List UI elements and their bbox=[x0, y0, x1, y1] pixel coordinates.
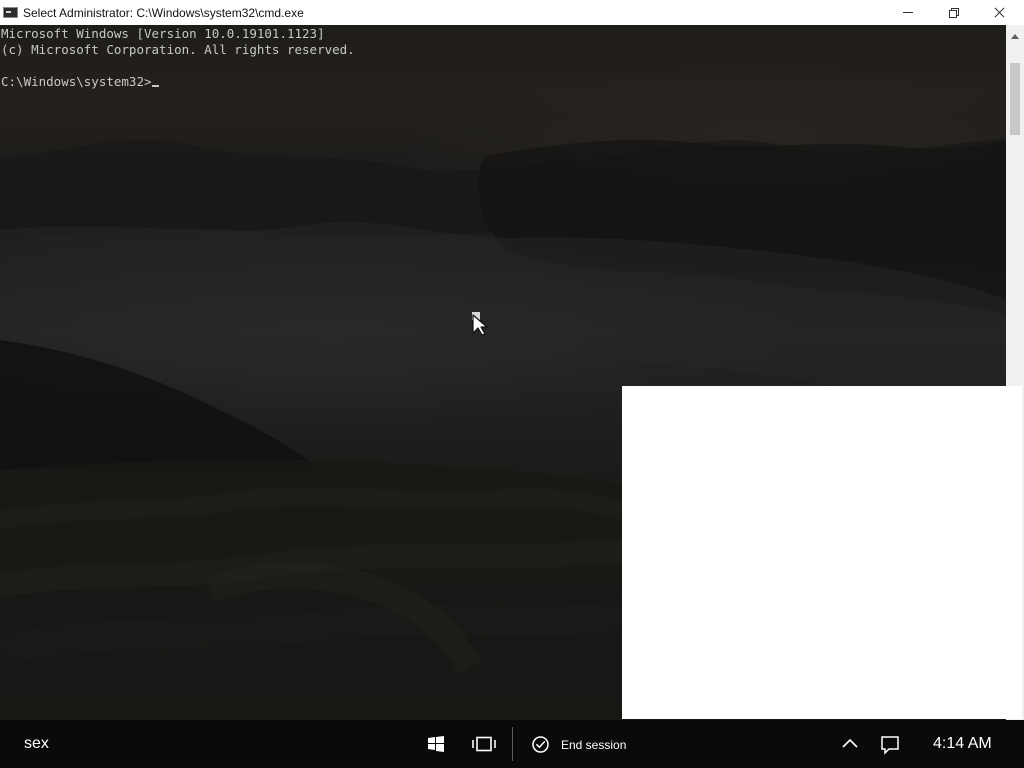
taskbar: sex End session 4:14 AM bbox=[0, 720, 1024, 768]
window-titlebar[interactable]: Select Administrator: C:\Windows\system3… bbox=[0, 0, 1024, 25]
task-view-button[interactable] bbox=[468, 728, 500, 760]
end-session-button[interactable]: End session bbox=[528, 730, 636, 758]
blank-overlay-panel bbox=[622, 386, 1022, 719]
command-prompt: C:\Windows\system32> bbox=[1, 74, 152, 89]
close-icon[interactable] bbox=[977, 0, 1023, 25]
session-name: sex bbox=[24, 735, 49, 752]
console-line: Microsoft Windows [Version 10.0.19101.11… bbox=[1, 26, 325, 41]
end-session-label: End session bbox=[561, 738, 627, 752]
scrollbar-thumb[interactable] bbox=[1010, 63, 1020, 135]
chevron-up-icon[interactable] bbox=[838, 732, 862, 756]
task-view-icon bbox=[472, 736, 496, 752]
command-prompt-line[interactable]: C:\Windows\system32> bbox=[1, 74, 159, 90]
notification-icon[interactable] bbox=[878, 732, 902, 756]
start-button[interactable] bbox=[420, 728, 452, 760]
windows-icon bbox=[428, 736, 444, 752]
scroll-up-icon[interactable] bbox=[1011, 34, 1019, 39]
restore-icon[interactable] bbox=[931, 0, 977, 25]
minimize-icon[interactable] bbox=[885, 0, 931, 25]
window-title: Select Administrator: C:\Windows\system3… bbox=[23, 6, 304, 20]
taskbar-divider bbox=[512, 727, 513, 761]
mouse-pointer-icon bbox=[472, 312, 488, 336]
cmd-icon bbox=[3, 7, 18, 18]
console-line: (c) Microsoft Corporation. All rights re… bbox=[1, 42, 355, 57]
text-cursor bbox=[151, 85, 159, 87]
taskbar-clock[interactable]: 4:14 AM bbox=[933, 735, 992, 753]
check-circle-icon bbox=[532, 736, 549, 753]
